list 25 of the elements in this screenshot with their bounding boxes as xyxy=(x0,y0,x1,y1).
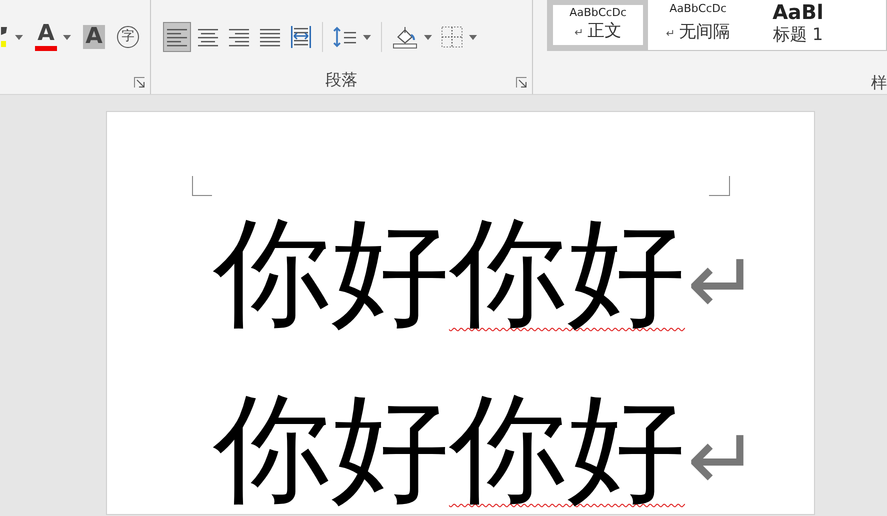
line-spacing-icon xyxy=(333,26,358,48)
margin-corner-mark xyxy=(192,176,213,196)
letter-a-icon: A xyxy=(37,23,55,45)
font-color-button[interactable]: A xyxy=(32,22,74,52)
margin-corner-mark xyxy=(709,176,730,196)
distribute-icon xyxy=(290,26,312,48)
align-center-icon xyxy=(197,27,220,47)
align-left-icon xyxy=(166,27,188,47)
enclosed-button[interactable]: 字 xyxy=(114,22,142,52)
borders-icon xyxy=(441,26,464,48)
justify-icon xyxy=(259,27,282,47)
highlighter-icon xyxy=(1,25,9,49)
style-item[interactable]: AaBl 标题 1 xyxy=(748,0,848,50)
align-left-button[interactable] xyxy=(163,22,192,52)
align-right-icon xyxy=(228,27,250,47)
dialog-launcher-icon[interactable] xyxy=(134,77,146,88)
enclosed-character-icon: 字 xyxy=(117,26,139,48)
group-label: 段落 xyxy=(326,69,358,91)
paint-bucket-icon xyxy=(392,25,418,49)
paragraph: 你好你好↵ xyxy=(213,378,760,514)
paragraph: 你好你好↵ xyxy=(213,202,760,343)
style-item[interactable]: AaBbCcDc ↵ 无间隔 xyxy=(648,0,748,50)
dialog-launcher-icon[interactable] xyxy=(516,77,527,88)
group-label: 样 xyxy=(870,72,887,93)
style-item[interactable]: AaBbCcDc ↵ 正文 xyxy=(548,0,648,50)
